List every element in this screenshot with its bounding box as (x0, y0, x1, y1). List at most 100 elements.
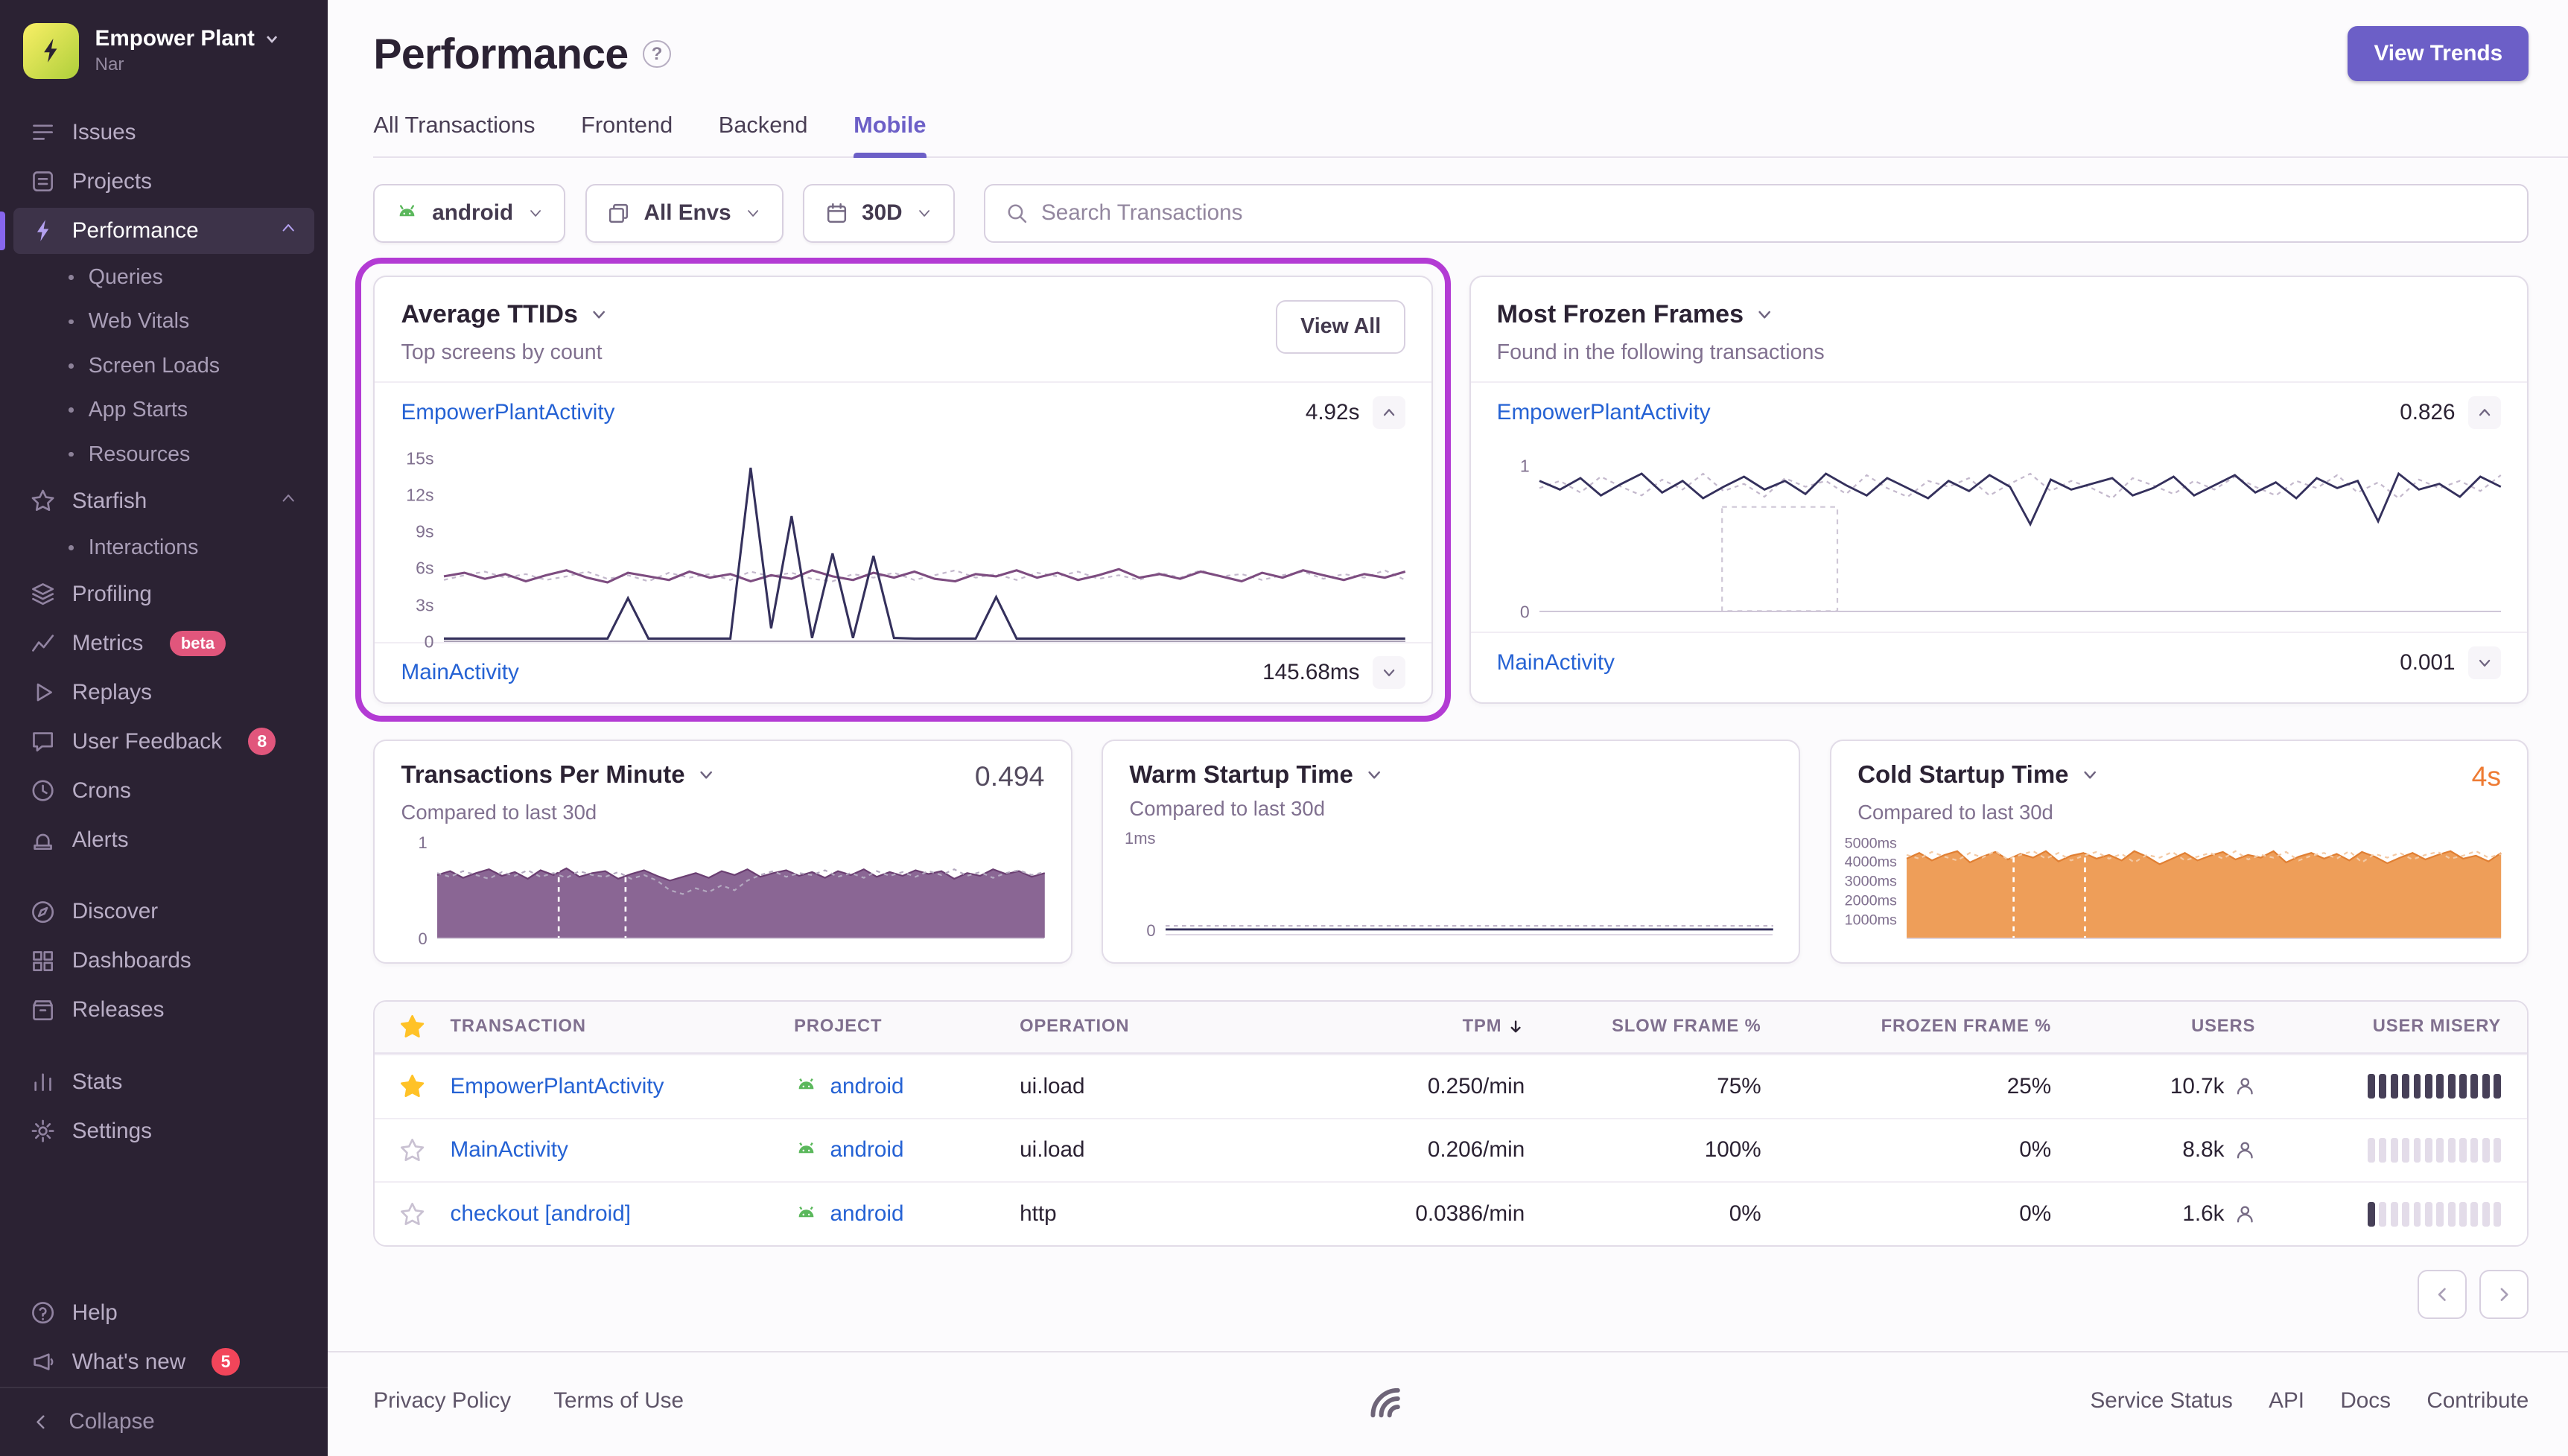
active-indicator (0, 212, 5, 251)
org-switcher[interactable]: Empower Plant Nar (0, 0, 328, 95)
y-axis-labels: 10 (1484, 452, 1539, 613)
sidebar-item-replays[interactable]: Replays (13, 670, 315, 716)
column-header-user-misery[interactable]: USER MISERY (2255, 1017, 2501, 1037)
transaction-link[interactable]: MainActivity (1497, 650, 1615, 675)
contribute-link[interactable]: Contribute (2426, 1388, 2529, 1414)
transaction-link[interactable]: MainActivity (401, 660, 519, 685)
mini-charts-grid: Transactions Per Minute 0.494 Compared t… (373, 740, 2529, 964)
sidebar-item-web-vitals[interactable]: Web Vitals (0, 299, 328, 343)
app-root: Empower Plant Nar Issues Projects Perfor… (0, 0, 2568, 1456)
transaction-link[interactable]: checkout [android] (451, 1201, 631, 1226)
project-link[interactable]: android (830, 1137, 904, 1163)
search-icon (1005, 202, 1029, 225)
sidebar-item-metrics[interactable]: Metrics beta (13, 620, 315, 667)
tab-frontend[interactable]: Frontend (581, 112, 673, 156)
transaction-link[interactable]: EmpowerPlantActivity (1497, 400, 1711, 425)
sidebar-item-help[interactable]: Help (13, 1290, 315, 1336)
tab-all-transactions[interactable]: All Transactions (373, 112, 535, 156)
sidebar-item-app-starts[interactable]: App Starts (0, 388, 328, 432)
android-icon (794, 1202, 819, 1227)
project-link[interactable]: android (830, 1201, 904, 1227)
collapse-chevron-button[interactable] (2468, 396, 2501, 429)
panel-subtitle: Found in the following transactions (1497, 340, 1825, 365)
page-title: Performance (373, 30, 628, 79)
sidebar-collapse-button[interactable]: Collapse (0, 1387, 328, 1456)
privacy-policy-link[interactable]: Privacy Policy (373, 1388, 511, 1414)
transaction-summary-row: MainActivity 145.68ms (375, 642, 1431, 702)
sidebar-item-queries[interactable]: Queries (0, 255, 328, 299)
transaction-summary-row: MainActivity 0.001 (1471, 632, 2528, 692)
column-header-users[interactable]: USERS (2051, 1017, 2255, 1037)
environment-filter-dropdown[interactable]: All Envs (585, 184, 784, 243)
content-area: android All Envs 30D (328, 158, 2568, 1352)
panel-title-dropdown[interactable]: Warm Startup Time (1129, 760, 1384, 789)
chat-bubble-icon (30, 728, 56, 754)
chevron-right-icon (2494, 1285, 2514, 1304)
chevron-left-icon (30, 1411, 53, 1434)
service-status-link[interactable]: Service Status (2090, 1388, 2232, 1414)
org-subtitle: Nar (95, 54, 282, 75)
sidebar-item-screen-loads[interactable]: Screen Loads (0, 344, 328, 388)
view-all-button[interactable]: View All (1276, 300, 1405, 354)
date-range-dropdown[interactable]: 30D (803, 184, 955, 243)
expand-chevron-button[interactable] (2468, 646, 2501, 679)
column-header-slow-frame[interactable]: SLOW FRAME % (1525, 1017, 1761, 1037)
org-name: Empower Plant (95, 26, 255, 51)
column-header-transaction[interactable]: TRANSACTION (451, 1017, 795, 1037)
sidebar-item-discover[interactable]: Discover (13, 889, 315, 935)
user-misery-bars (2255, 1202, 2501, 1227)
sidebar-item-profiling[interactable]: Profiling (13, 571, 315, 617)
chart-plot-area (1539, 452, 2501, 613)
sidebar-item-interactions[interactable]: Interactions (0, 526, 328, 570)
terms-of-use-link[interactable]: Terms of Use (553, 1388, 684, 1414)
sidebar-item-starfish[interactable]: Starfish (13, 478, 315, 524)
sidebar-item-releases[interactable]: Releases (13, 987, 315, 1033)
chevron-down-icon (2476, 654, 2494, 672)
sidebar-item-settings[interactable]: Settings (13, 1108, 315, 1154)
docs-link[interactable]: Docs (2340, 1388, 2391, 1414)
project-filter-dropdown[interactable]: android (373, 184, 565, 243)
next-page-button[interactable] (2479, 1270, 2529, 1319)
column-header-operation[interactable]: OPERATION (1020, 1017, 1277, 1037)
sidebar-item-crons[interactable]: Crons (13, 768, 315, 814)
sidebar-item-projects[interactable]: Projects (13, 159, 315, 205)
tab-mobile[interactable]: Mobile (854, 112, 926, 156)
sidebar-item-alerts[interactable]: Alerts (13, 817, 315, 863)
sidebar-item-performance[interactable]: Performance (13, 208, 315, 254)
column-header-frozen-frame[interactable]: FROZEN FRAME % (1761, 1017, 2052, 1037)
star-toggle[interactable] (375, 1201, 450, 1227)
star-icon[interactable] (375, 1014, 450, 1040)
tab-backend[interactable]: Backend (719, 112, 808, 156)
project-link[interactable]: android (830, 1074, 904, 1099)
api-link[interactable]: API (2269, 1388, 2304, 1414)
panel-title-dropdown[interactable]: Transactions Per Minute (401, 760, 716, 789)
transaction-link[interactable]: EmpowerPlantActivity (451, 1074, 664, 1099)
sidebar-item-user-feedback[interactable]: User Feedback 8 (13, 719, 315, 765)
star-icon (30, 488, 56, 514)
star-toggle[interactable] (375, 1073, 450, 1099)
sidebar-item-dashboards[interactable]: Dashboards (13, 938, 315, 985)
sidebar-item-stats[interactable]: Stats (13, 1059, 315, 1105)
transaction-link[interactable]: EmpowerPlantActivity (401, 400, 615, 425)
panel-title-dropdown[interactable]: Most Frozen Frames (1497, 300, 1825, 329)
android-icon (794, 1138, 819, 1163)
panel-title-dropdown[interactable]: Average TTIDs (401, 300, 609, 329)
column-header-tpm[interactable]: TPM (1277, 1017, 1525, 1037)
previous-page-button[interactable] (2418, 1270, 2467, 1319)
search-input[interactable] (1041, 200, 2508, 226)
collapse-chevron-button[interactable] (1373, 396, 1405, 429)
panel-title-dropdown[interactable]: Cold Startup Time (1857, 760, 2100, 789)
chevron-down-icon (1364, 765, 1384, 784)
view-trends-button[interactable]: View Trends (2348, 26, 2529, 81)
help-tooltip-icon[interactable]: ? (643, 40, 670, 68)
column-header-project[interactable]: PROJECT (794, 1017, 1020, 1037)
warm-startup-time-panel: Warm Startup Time Compared to last 30d 1… (1102, 740, 1800, 964)
ttid-chart: 15s12s9s6s3s0 (375, 442, 1431, 641)
expand-chevron-button[interactable] (1373, 656, 1405, 689)
chart-plot-area (437, 838, 1045, 939)
sidebar-item-whats-new[interactable]: What's new 5 (13, 1339, 315, 1385)
sidebar-item-issues[interactable]: Issues (13, 109, 315, 156)
star-toggle[interactable] (375, 1137, 450, 1163)
user-icon (2234, 1139, 2256, 1161)
sidebar-item-resources[interactable]: Resources (0, 432, 328, 476)
